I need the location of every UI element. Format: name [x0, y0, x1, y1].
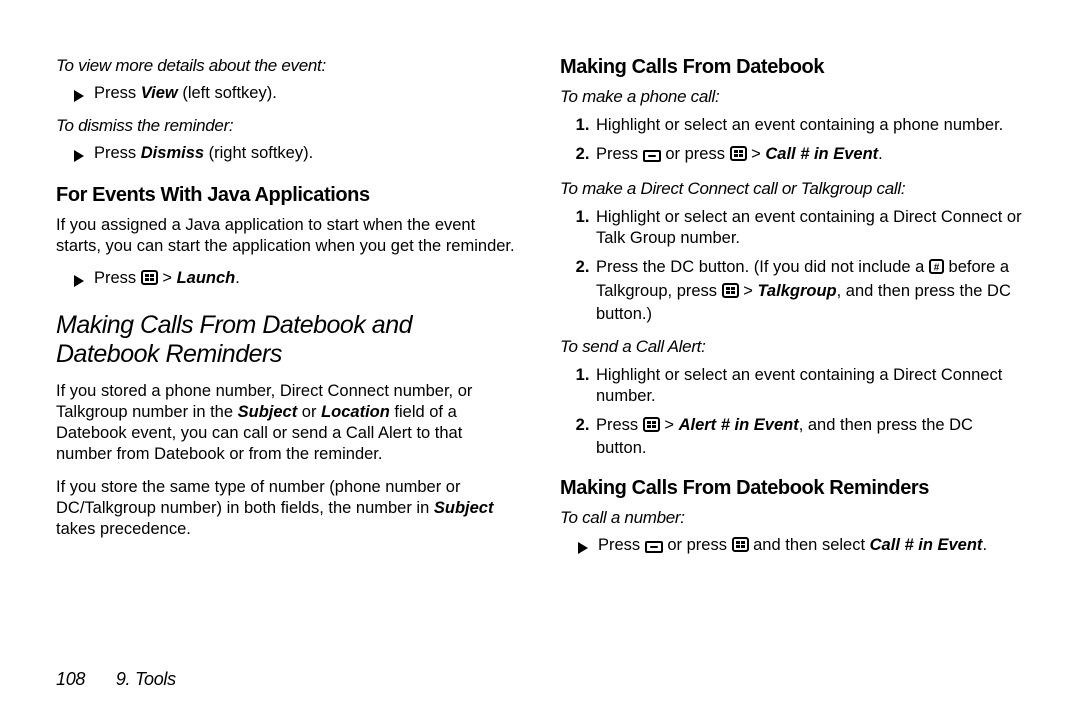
heading-calls-reminders: Making Calls From Datebook Reminders — [560, 477, 1024, 500]
list-item: Highlight or select an event containing … — [594, 365, 1024, 407]
lead-text: To call a number: — [560, 508, 1024, 528]
bullet-item: Press or press and then select Call # in… — [578, 536, 1024, 558]
list-item: Press the DC button. (If you did not inc… — [594, 257, 1024, 324]
ok-key-icon — [645, 538, 663, 557]
list-item: Highlight or select an event containing … — [594, 207, 1024, 249]
menu-key-icon — [732, 537, 749, 557]
body-text: If you store the same type of number (ph… — [56, 477, 520, 540]
heading-java-apps: For Events With Java Applications — [56, 184, 520, 207]
bullet-text: Press Dismiss (right softkey). — [94, 144, 313, 163]
page-footer: 108 9. Tools — [56, 669, 176, 690]
lead-text: To make a phone call: — [560, 87, 1024, 107]
ordered-list: Highlight or select an event containing … — [560, 365, 1024, 459]
page-number: 108 — [56, 669, 85, 690]
bullet-item: Press > Launch. — [74, 269, 520, 291]
list-item: Highlight or select an event containing … — [594, 115, 1024, 136]
hash-key-icon: # — [929, 259, 944, 280]
play-bullet-icon — [74, 272, 84, 291]
ordered-list: Highlight or select an event containing … — [560, 115, 1024, 167]
menu-key-icon — [730, 146, 747, 167]
ordered-list: Highlight or select an event containing … — [560, 207, 1024, 325]
play-bullet-icon — [578, 539, 588, 558]
list-item: Press > Alert # in Event, and then press… — [594, 415, 1024, 459]
section-label: 9. Tools — [116, 669, 176, 689]
lead-text: To send a Call Alert: — [560, 337, 1024, 357]
manual-page: To view more details about the event: Pr… — [0, 0, 1080, 568]
menu-key-icon — [643, 417, 660, 438]
lead-text: To view more details about the event: — [56, 56, 520, 76]
body-text: If you assigned a Java application to st… — [56, 215, 520, 257]
menu-key-icon — [141, 270, 158, 290]
play-bullet-icon — [74, 147, 84, 166]
list-item: Press or press > Call # in Event. — [594, 144, 1024, 167]
bullet-text: Press or press and then select Call # in… — [598, 536, 987, 557]
right-column: Making Calls From Datebook To make a pho… — [560, 56, 1024, 568]
bullet-text: Press View (left softkey). — [94, 84, 277, 103]
bullet-text: Press > Launch. — [94, 269, 240, 290]
lead-text: To dismiss the reminder: — [56, 116, 520, 136]
bullet-item: Press Dismiss (right softkey). — [74, 144, 520, 166]
bullet-item: Press View (left softkey). — [74, 84, 520, 106]
body-text: If you stored a phone number, Direct Con… — [56, 381, 520, 465]
svg-text:#: # — [934, 263, 940, 274]
heading-making-calls: Making Calls From Datebook and Datebook … — [56, 311, 520, 369]
left-column: To view more details about the event: Pr… — [56, 56, 520, 568]
play-bullet-icon — [74, 87, 84, 106]
menu-key-icon — [722, 283, 739, 304]
lead-text: To make a Direct Connect call or Talkgro… — [560, 179, 1024, 199]
heading-calls-datebook: Making Calls From Datebook — [560, 56, 1024, 79]
ok-key-icon — [643, 146, 661, 167]
